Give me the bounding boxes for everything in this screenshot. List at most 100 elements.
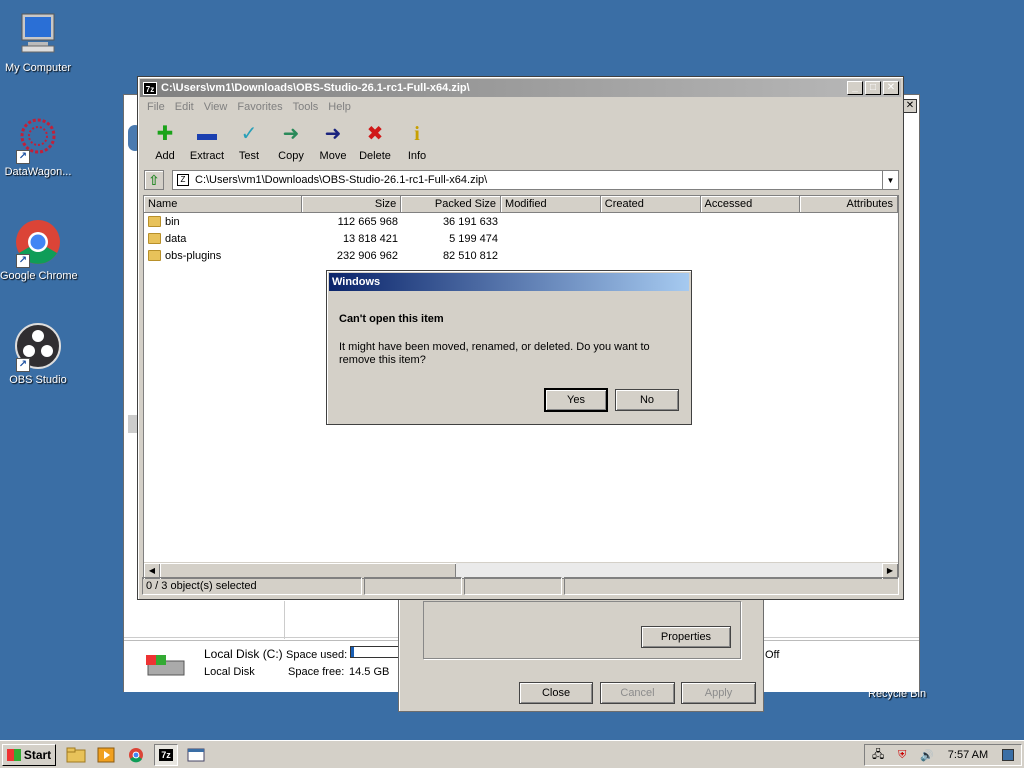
cant-open-dialog: Windows Can't open this item It might ha…	[326, 270, 692, 425]
column-header-attributes[interactable]: Attributes	[800, 196, 898, 212]
volume-icon[interactable]: 🔊	[920, 749, 934, 762]
extract-icon: ▬	[197, 123, 217, 145]
column-header-size[interactable]: Size	[302, 196, 402, 212]
windows-flag-icon	[6, 748, 21, 761]
window-taskbar-icon[interactable]	[184, 744, 208, 766]
status-selection: 0 / 3 object(s) selected	[142, 577, 362, 595]
status-pane-4	[564, 577, 899, 595]
folder-icon	[148, 216, 161, 227]
info-icon: i	[414, 123, 420, 145]
space-used-label: Space used:	[286, 649, 348, 661]
menu-view[interactable]: View	[199, 99, 233, 117]
column-header-name[interactable]: Name	[144, 196, 302, 212]
dialog-heading: Can't open this item	[339, 313, 444, 325]
7zip-taskbar-button[interactable]: 7z	[154, 743, 178, 766]
close-button[interactable]: Close	[519, 682, 593, 704]
menu-help[interactable]: Help	[323, 99, 356, 117]
desktop-icon-label: My Computer	[4, 62, 72, 74]
horizontal-scrollbar[interactable]: ◀ ▶	[144, 562, 898, 579]
column-header-modified[interactable]: Modified	[501, 196, 601, 212]
properties-button[interactable]: Properties	[641, 626, 731, 648]
dialog-title[interactable]: Windows	[329, 273, 689, 291]
chrome-icon: ↗	[14, 218, 62, 268]
menu-favorites[interactable]: Favorites	[232, 99, 287, 117]
no-button[interactable]: No	[615, 389, 679, 411]
table-row[interactable]: data 13 818 421 5 199 474	[144, 230, 898, 247]
info-button[interactable]: i Info	[396, 119, 438, 165]
desktop-icon-obs[interactable]: ↗ OBS Studio	[0, 322, 76, 386]
zip-toolbar: ✚ Add ▬ Extract ✓ Test ➜ Copy ➜ Move ✖ Delete …	[144, 119, 438, 165]
yes-button[interactable]: Yes	[545, 389, 607, 411]
space-free-label: Space free:	[288, 666, 345, 678]
desktop-icon-datawagon[interactable]: ↗ DataWagon...	[0, 114, 76, 178]
bg-close-button[interactable]: ✕	[903, 99, 917, 113]
add-button[interactable]: ✚ Add	[144, 119, 186, 165]
datawagon-icon: ↗	[14, 114, 62, 164]
close-window-button[interactable]: ✕	[883, 81, 899, 95]
clock[interactable]: 7:57 AM	[948, 749, 988, 761]
file-explorer-icon[interactable]	[64, 744, 88, 766]
space-free-value: 14.5 GB	[349, 666, 390, 678]
obs-icon: ↗	[14, 322, 62, 372]
minimize-button[interactable]: _	[847, 81, 863, 95]
network-icon[interactable]: 🖧	[872, 746, 884, 765]
test-icon: ✓	[240, 123, 258, 145]
chrome-taskbar-icon[interactable]	[124, 744, 148, 766]
up-folder-button[interactable]: ⇧	[144, 170, 164, 190]
drive-type: Local Disk	[204, 666, 255, 678]
table-row[interactable]: bin 112 665 968 36 191 633	[144, 213, 898, 230]
apply-button[interactable]: Apply	[681, 682, 756, 704]
shortcut-arrow-icon: ↗	[16, 254, 30, 268]
maximize-button[interactable]: □	[865, 81, 881, 95]
shortcut-arrow-icon: ↗	[16, 150, 30, 164]
menu-tools[interactable]: Tools	[288, 99, 324, 117]
chevron-down-icon[interactable]: ▼	[882, 171, 898, 189]
desktop-icon-label: Google Chrome	[0, 270, 78, 282]
7zip-app-icon: 7z	[143, 81, 157, 95]
status-bar: 0 / 3 object(s) selected	[142, 577, 899, 595]
cancel-button[interactable]: Cancel	[600, 682, 675, 704]
desktop-icon-my-computer[interactable]: My Computer	[0, 10, 76, 74]
status-pane-3	[464, 577, 562, 595]
desktop-icon-label: DataWagon...	[4, 166, 72, 178]
move-button[interactable]: ➜ Move	[312, 119, 354, 165]
extract-button[interactable]: ▬ Extract	[186, 119, 228, 165]
menu-edit[interactable]: Edit	[170, 99, 199, 117]
computer-icon	[14, 10, 62, 58]
7zip-taskbar-icon: 7z	[159, 748, 173, 761]
folder-icon	[148, 250, 161, 261]
zip-archive-icon: Z	[177, 174, 189, 186]
desktop-icon-chrome[interactable]: ↗ Google Chrome	[0, 218, 78, 282]
taskbar: Start 7z 🖧 ⛨ 🔊 7:57 AM	[0, 740, 1024, 768]
column-header-packed-size[interactable]: Packed Size	[401, 196, 502, 212]
show-desktop-icon[interactable]	[1002, 749, 1015, 761]
drive-icon	[146, 655, 185, 676]
security-alert-icon[interactable]: ⛨	[898, 749, 906, 762]
delete-button[interactable]: ✖ Delete	[354, 119, 396, 165]
move-icon: ➜	[324, 123, 342, 145]
system-tray: 🖧 ⛨ 🔊 7:57 AM	[864, 744, 1022, 766]
add-icon: ✚	[156, 123, 174, 145]
drive-name: Local Disk (C:)	[204, 647, 283, 661]
media-player-icon[interactable]	[94, 744, 118, 766]
desktop-icon-label: OBS Studio	[9, 374, 67, 386]
space-used-bar	[350, 646, 400, 658]
delete-icon: ✖	[366, 123, 384, 145]
menu-file[interactable]: File	[142, 99, 170, 117]
zip-titlebar[interactable]: 7z C:\Users\vm1\Downloads\OBS-Studio-26.…	[140, 79, 901, 97]
column-header-accessed[interactable]: Accessed	[701, 196, 801, 212]
start-button[interactable]: Start	[2, 743, 56, 766]
column-headers: Name Size Packed Size Modified Created A…	[144, 196, 898, 213]
address-bar: ⇧ Z C:\Users\vm1\Downloads\OBS-Studio-26…	[144, 169, 899, 191]
up-arrow-icon: ⇧	[148, 171, 160, 188]
copy-button[interactable]: ➜ Copy	[270, 119, 312, 165]
test-button[interactable]: ✓ Test	[228, 119, 270, 165]
zip-window-title: C:\Users\vm1\Downloads\OBS-Studio-26.1-r…	[161, 82, 470, 94]
table-row[interactable]: obs-plugins 232 906 962 82 510 812	[144, 247, 898, 264]
off-text: Off	[765, 649, 780, 661]
folder-icon	[148, 233, 161, 244]
copy-icon: ➜	[282, 123, 300, 145]
address-combobox[interactable]: Z C:\Users\vm1\Downloads\OBS-Studio-26.1…	[172, 170, 899, 190]
shortcut-arrow-icon: ↗	[16, 358, 30, 372]
column-header-created[interactable]: Created	[601, 196, 701, 212]
